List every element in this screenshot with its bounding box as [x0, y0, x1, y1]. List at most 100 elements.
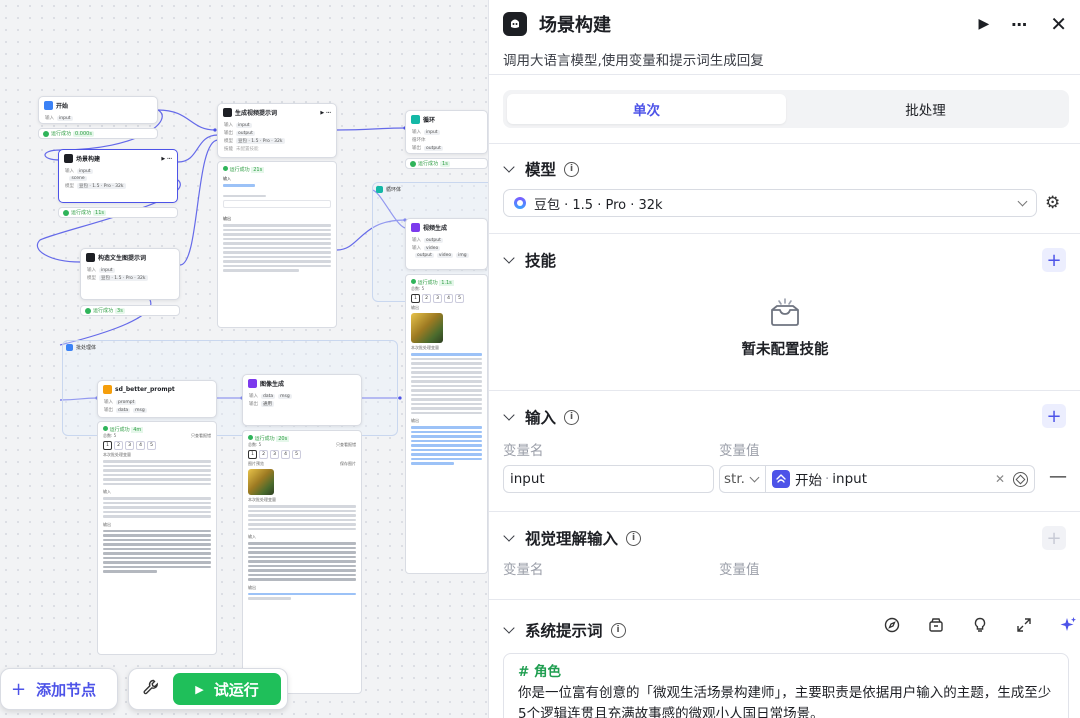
node-title: sd_better_prompt [115, 386, 175, 393]
wrench-icon[interactable] [143, 679, 159, 699]
result-thumbnail[interactable] [248, 469, 274, 495]
prompt-heading: # 角色 [518, 664, 562, 680]
node-sd-better-prompt[interactable]: sd_better_prompt 输入 prompt 输出 data msg [97, 380, 217, 418]
node-image-prompt[interactable]: 构造文生图提示词 输入 input 模型 豆包 · 1.5 · Pro · 32k [80, 248, 180, 300]
node-config-panel: 场景构建 ▶ ⋯ ✕ 调用大语言模型,使用变量和提示词生成回复 单次 批处理 模… [488, 0, 1080, 718]
skills-empty-state: 暂未配置技能 [489, 296, 1080, 359]
tab-single[interactable]: 单次 [507, 94, 786, 124]
more-icon[interactable]: ⋯ [1011, 15, 1028, 34]
success-icon [410, 160, 416, 167]
chevron-down-icon [749, 472, 760, 482]
compass-icon[interactable] [881, 617, 903, 637]
sparkle-icon[interactable] [1057, 616, 1079, 637]
info-icon[interactable]: i [564, 409, 580, 425]
add-skill-button[interactable]: + [1042, 248, 1066, 272]
run-mode-tabs: 单次 批处理 [503, 90, 1069, 128]
plus-icon: + [11, 678, 27, 700]
workflow-canvas[interactable]: 开始 输入 input 运行成功 0.000s 场景构建 ▶ ⋯ 输入 input sc… [0, 0, 488, 718]
only-error-checkbox[interactable]: 只查看报错 [191, 433, 211, 439]
bulb-icon[interactable] [969, 617, 991, 637]
result-thumbnail[interactable] [411, 313, 443, 343]
pagination[interactable]: 12345 [103, 441, 211, 450]
video-node-icon [411, 223, 420, 232]
system-prompt-editor[interactable]: # 角色 你是一位富有创意的「微观生活场景构建师」，主要职责是依据用户输入的主题… [503, 653, 1069, 718]
node-title: 构造文生图提示词 [98, 255, 147, 262]
chevron-down-icon [503, 252, 515, 264]
node-video-prompt[interactable]: 生成视频提示词 ▶ ⋯ 输入 input 输出 output 模型 豆包 · 1.5 ·… [217, 103, 337, 158]
node-run-detail[interactable]: 运行成功 20s 总数: 5 只查看报错 12345 图片预览 保存图片 本次批处理… [242, 430, 362, 694]
loop-node-icon [411, 115, 420, 124]
chevron-down-icon [503, 161, 515, 173]
variable-type-select[interactable]: str. [719, 465, 765, 493]
add-input-button[interactable]: + [1042, 404, 1066, 428]
node-run-detail[interactable]: 运行成功 4m 总数: 5 只查看报错 12345 本次批处理变量 输入 输出 [97, 421, 217, 655]
section-input-header[interactable]: 输入 i [503, 406, 580, 428]
image-node-icon [248, 379, 257, 388]
add-vision-input-button[interactable]: + [1042, 526, 1066, 550]
chevron-down-icon [503, 622, 515, 634]
batch-body-icon [66, 344, 73, 351]
add-node-button[interactable]: + 添加节点 [0, 668, 118, 710]
success-icon [43, 130, 49, 137]
llm-node-icon [503, 12, 527, 36]
plugin-node-icon [103, 385, 112, 394]
column-label-var-name: 变量名 [503, 562, 544, 578]
variable-name-input[interactable]: input [503, 465, 714, 493]
section-skills-header[interactable]: 技能 [503, 249, 556, 271]
group-title: 批处理体 [66, 344, 96, 351]
info-icon[interactable]: i [626, 530, 642, 546]
remove-variable-icon[interactable]: — [1049, 466, 1067, 487]
clear-icon[interactable]: ✕ [995, 472, 1005, 486]
pagination[interactable]: 12345 [248, 450, 356, 459]
section-system-prompt-header[interactable]: 系统提示词 i [503, 619, 626, 641]
variable-reference-field[interactable]: 开始 · input ✕ [765, 465, 1035, 493]
info-icon[interactable]: i [564, 161, 580, 177]
pagination[interactable]: 12345 [411, 294, 482, 303]
node-status[interactable]: 运行成功 11s [58, 207, 178, 218]
section-model-header[interactable]: 模型 i [503, 158, 580, 180]
variable-picker-icon[interactable] [1013, 471, 1028, 487]
library-icon[interactable] [925, 617, 947, 637]
save-image-button[interactable]: 保存图片 [340, 461, 356, 467]
expand-icon[interactable] [1013, 617, 1035, 637]
node-loop[interactable]: 循环 输入 input 循环体 输出 output [405, 110, 488, 154]
only-error-checkbox[interactable]: 只查看报错 [336, 442, 356, 448]
doubao-logo-icon [514, 197, 526, 209]
node-image-gen[interactable]: 图像生成 输入 data msg 输出 通用 [242, 374, 362, 426]
play-icon[interactable]: ▶ [978, 16, 989, 32]
llm-node-icon [223, 108, 232, 117]
panel-description: 调用大语言模型,使用变量和提示词生成回复 [503, 53, 764, 69]
play-icon[interactable]: ▶ ⋯ [161, 156, 172, 162]
node-title: 视频生成 [423, 225, 448, 232]
llm-node-icon [86, 253, 95, 262]
node-scene-build[interactable]: 场景构建 ▶ ⋯ 输入 input scene 模型 豆包 · 1.5 · Pro ·… [58, 149, 178, 203]
play-icon: ▶ [195, 682, 204, 696]
node-status[interactable]: 运行成功 1s [405, 158, 488, 169]
gear-icon[interactable]: ⚙ [1045, 193, 1060, 213]
node-status[interactable]: 运行成功 0.000s [38, 128, 158, 139]
node-var-tag: input [57, 116, 73, 121]
model-select[interactable]: 豆包 · 1.5 · Pro · 32k [503, 189, 1037, 217]
play-icon[interactable]: ▶ ⋯ [320, 110, 331, 116]
column-label-var-name: 变量名 [503, 443, 544, 459]
node-run-detail[interactable]: 运行成功 21s 输入 输出 [217, 161, 337, 328]
info-icon[interactable]: i [610, 622, 626, 638]
node-run-detail[interactable]: 运行成功 1.1s 总数: 5 12345 输出 本次批处理变量 输出 [405, 274, 488, 574]
node-title: 循环 [423, 117, 436, 124]
chevron-down-icon [503, 409, 515, 421]
node-start[interactable]: 开始 输入 input [38, 96, 158, 124]
plus-icon: + [1046, 249, 1062, 271]
close-icon[interactable]: ✕ [1050, 12, 1067, 36]
panel-header: 场景构建 ▶ ⋯ ✕ [489, 0, 1080, 48]
node-field-label: 输入 [45, 116, 54, 121]
node-video-gen[interactable]: 视频生成 输入 output 输入 video output video img [405, 218, 488, 270]
success-icon [63, 209, 69, 216]
detail-section-label: 输出 [223, 216, 231, 221]
chevron-down-icon [1017, 196, 1028, 206]
node-title: 生成视频提示词 [235, 110, 278, 117]
section-vision-header[interactable]: 视觉理解输入 i [503, 527, 642, 549]
detail-section-label: 输入 [223, 176, 231, 181]
tab-batch[interactable]: 批处理 [786, 94, 1065, 124]
node-status[interactable]: 运行成功 3s [80, 305, 180, 316]
test-run-button[interactable]: ▶ 试运行 [173, 673, 281, 705]
